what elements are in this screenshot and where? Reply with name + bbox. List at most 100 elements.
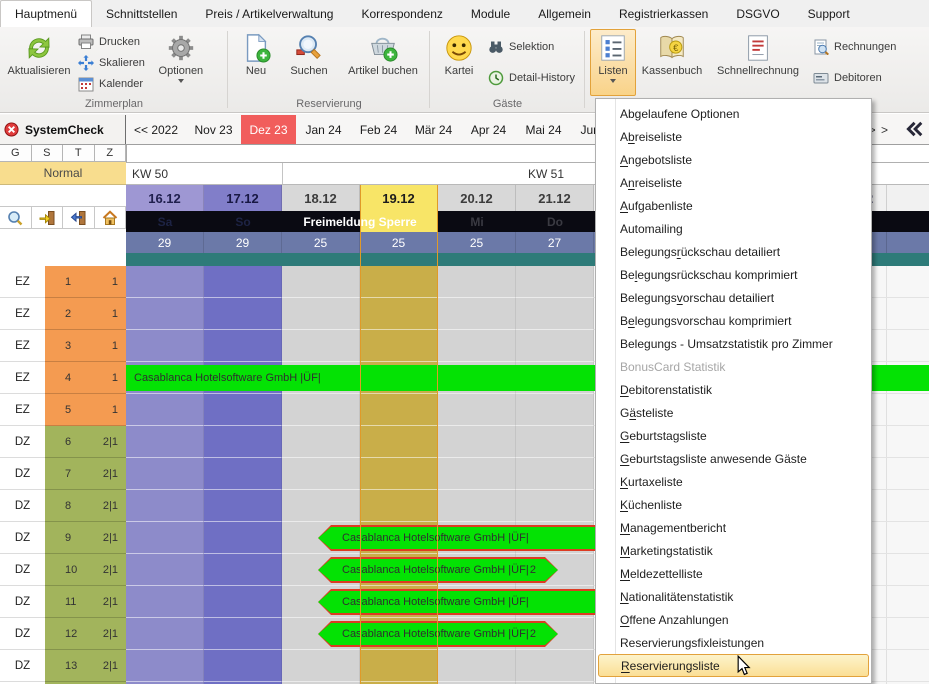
menu-item-g-steliste[interactable]: Gästeliste <box>596 401 871 424</box>
aktualisieren-button[interactable]: Aktualisieren <box>5 29 73 96</box>
room-number-cell[interactable]: 122|1 <box>45 618 126 650</box>
menu-item-geburtstagsliste-anwesende-g-ste[interactable]: Geburtstagsliste anwesende Gäste <box>596 447 871 470</box>
reservation-bar[interactable]: Casablanca Hotelsoftware GmbH |ÜF|2 <box>318 621 558 647</box>
menu-item-managementbericht[interactable]: Managementbericht <box>596 516 871 539</box>
day-cell[interactable] <box>126 522 204 554</box>
day-cell[interactable] <box>282 650 360 682</box>
menu-item-belegungsr-ckschau-detailiert[interactable]: Belegungsrückschau detailiert <box>596 240 871 263</box>
month-tab-jan-24[interactable]: Jan 24 <box>296 115 351 144</box>
room-number-cell[interactable]: 62|1 <box>45 426 126 458</box>
menu-item-belegungsvorschau-komprimiert[interactable]: Belegungsvorschau komprimiert <box>596 309 871 332</box>
month-tab-apr-24[interactable]: Apr 24 <box>461 115 516 144</box>
room-number-cell[interactable]: 102|1 <box>45 554 126 586</box>
menubar-tab-hauptmen-[interactable]: Hauptmenü <box>0 0 92 27</box>
door-departure-button[interactable] <box>63 207 95 228</box>
suchen-button[interactable]: Suchen <box>281 29 337 96</box>
day-cell[interactable] <box>204 330 282 362</box>
drucken-button[interactable]: Drucken <box>78 32 145 52</box>
month-tab-m-r-24[interactable]: Mär 24 <box>406 115 461 144</box>
menu-item-marketingstatistik[interactable]: Marketingstatistik <box>596 539 871 562</box>
menu-item-abreiseliste[interactable]: Abreiseliste <box>596 125 871 148</box>
day-cell[interactable] <box>438 650 516 682</box>
room-number-cell[interactable]: 21 <box>45 298 126 330</box>
menu-item-automailing[interactable]: Automailing <box>596 217 871 240</box>
day-cell[interactable] <box>438 298 516 330</box>
menu-item-kurtaxeliste[interactable]: Kurtaxeliste <box>596 470 871 493</box>
day-cell[interactable] <box>126 490 204 522</box>
menu-item-belegungsr-ckschau-komprimiert[interactable]: Belegungsrückschau komprimiert <box>596 263 871 286</box>
day-cell[interactable] <box>360 426 438 458</box>
chevrons-left-icon[interactable] <box>905 120 923 143</box>
zoom-button[interactable] <box>0 207 32 228</box>
filter-column-s[interactable]: S <box>32 145 64 162</box>
day-cell[interactable] <box>204 266 282 298</box>
reservation-bar[interactable]: Casablanca Hotelsoftware GmbH |ÜF|2 <box>318 557 558 583</box>
menu-item-bonuscard-statistik[interactable]: BonusCard Statistik <box>596 355 871 378</box>
skalieren-button[interactable]: Skalieren <box>78 53 145 73</box>
month-tab-mai-24[interactable]: Mai 24 <box>516 115 571 144</box>
menubar-tab-allgemein[interactable]: Allgemein <box>524 0 605 27</box>
optionen-button[interactable]: Optionen <box>150 29 212 96</box>
day-cell[interactable] <box>126 266 204 298</box>
day-cell[interactable] <box>516 650 594 682</box>
schnellrechnung-button[interactable]: Schnellrechnung <box>708 29 808 96</box>
systemcheck-tab[interactable]: SystemCheck <box>0 115 126 144</box>
menubar-tab-preis-artikelverwaltung[interactable]: Preis / Artikelverwaltung <box>191 0 347 27</box>
day-cell[interactable] <box>126 618 204 650</box>
menubar-tab-registrierkassen[interactable]: Registrierkassen <box>605 0 722 27</box>
menu-item-debitorenstatistik[interactable]: Debitorenstatistik <box>596 378 871 401</box>
menu-item-nationalit-tenstatistik[interactable]: Nationalitätenstatistik <box>596 585 871 608</box>
day-cell[interactable] <box>516 426 594 458</box>
date-header-17.12[interactable]: 17.12 <box>204 185 282 211</box>
menubar-tab-schnittstellen[interactable]: Schnittstellen <box>92 0 191 27</box>
day-cell[interactable] <box>516 490 594 522</box>
month-tab-nov-23[interactable]: Nov 23 <box>186 115 241 144</box>
day-cell[interactable] <box>516 298 594 330</box>
day-cell[interactable] <box>282 394 360 426</box>
menu-item-belegungsvorschau-detailiert[interactable]: Belegungsvorschau detailiert <box>596 286 871 309</box>
day-cell[interactable] <box>516 458 594 490</box>
day-cell[interactable] <box>204 650 282 682</box>
filter-column-z[interactable]: Z <box>95 145 127 162</box>
day-cell[interactable] <box>438 394 516 426</box>
day-cell[interactable] <box>204 554 282 586</box>
day-cell[interactable] <box>282 330 360 362</box>
day-cell[interactable] <box>204 458 282 490</box>
date-header-20.12[interactable]: 20.12 <box>438 185 516 211</box>
day-cell[interactable] <box>438 426 516 458</box>
day-cell[interactable] <box>360 458 438 490</box>
day-cell[interactable] <box>360 490 438 522</box>
day-cell[interactable] <box>360 298 438 330</box>
day-cell[interactable] <box>126 650 204 682</box>
day-cell[interactable] <box>126 586 204 618</box>
selektion-button[interactable]: Selektion <box>488 37 575 57</box>
day-cell[interactable] <box>516 330 594 362</box>
kassenbuch-button[interactable]: €Kassenbuch <box>638 29 706 96</box>
room-number-cell[interactable]: 112|1 <box>45 586 126 618</box>
kalender-button[interactable]: Kalender <box>78 74 145 94</box>
month-tab--2022[interactable]: << 2022 <box>126 115 186 144</box>
listen-button[interactable]: Listen <box>590 29 636 96</box>
day-cell[interactable] <box>360 650 438 682</box>
day-cell[interactable] <box>360 330 438 362</box>
day-cell[interactable] <box>516 394 594 426</box>
rechnungen-button[interactable]: Rechnungen <box>813 37 896 57</box>
month-tab-dez-23[interactable]: Dez 23 <box>241 115 296 144</box>
menubar-tab-korrespondenz[interactable]: Korrespondenz <box>347 0 456 27</box>
day-cell[interactable] <box>126 554 204 586</box>
menu-item-reservierungsfixleistungen[interactable]: Reservierungsfixleistungen <box>596 631 871 654</box>
day-cell[interactable] <box>516 266 594 298</box>
day-cell[interactable] <box>126 298 204 330</box>
category-row-normal[interactable]: Normal <box>0 162 126 185</box>
room-number-cell[interactable]: 31 <box>45 330 126 362</box>
menu-item-k-chenliste[interactable]: Küchenliste <box>596 493 871 516</box>
menu-item-aufgabenliste[interactable]: Aufgabenliste <box>596 194 871 217</box>
menu-item-meldezettelliste[interactable]: Meldezettelliste <box>596 562 871 585</box>
day-cell[interactable] <box>438 490 516 522</box>
menubar-tab-module[interactable]: Module <box>457 0 524 27</box>
menu-item-angebotsliste[interactable]: Angebotsliste <box>596 148 871 171</box>
door-arrival-button[interactable] <box>32 207 64 228</box>
day-cell[interactable] <box>282 266 360 298</box>
day-cell[interactable] <box>360 394 438 426</box>
room-number-cell[interactable]: 41 <box>45 362 126 394</box>
